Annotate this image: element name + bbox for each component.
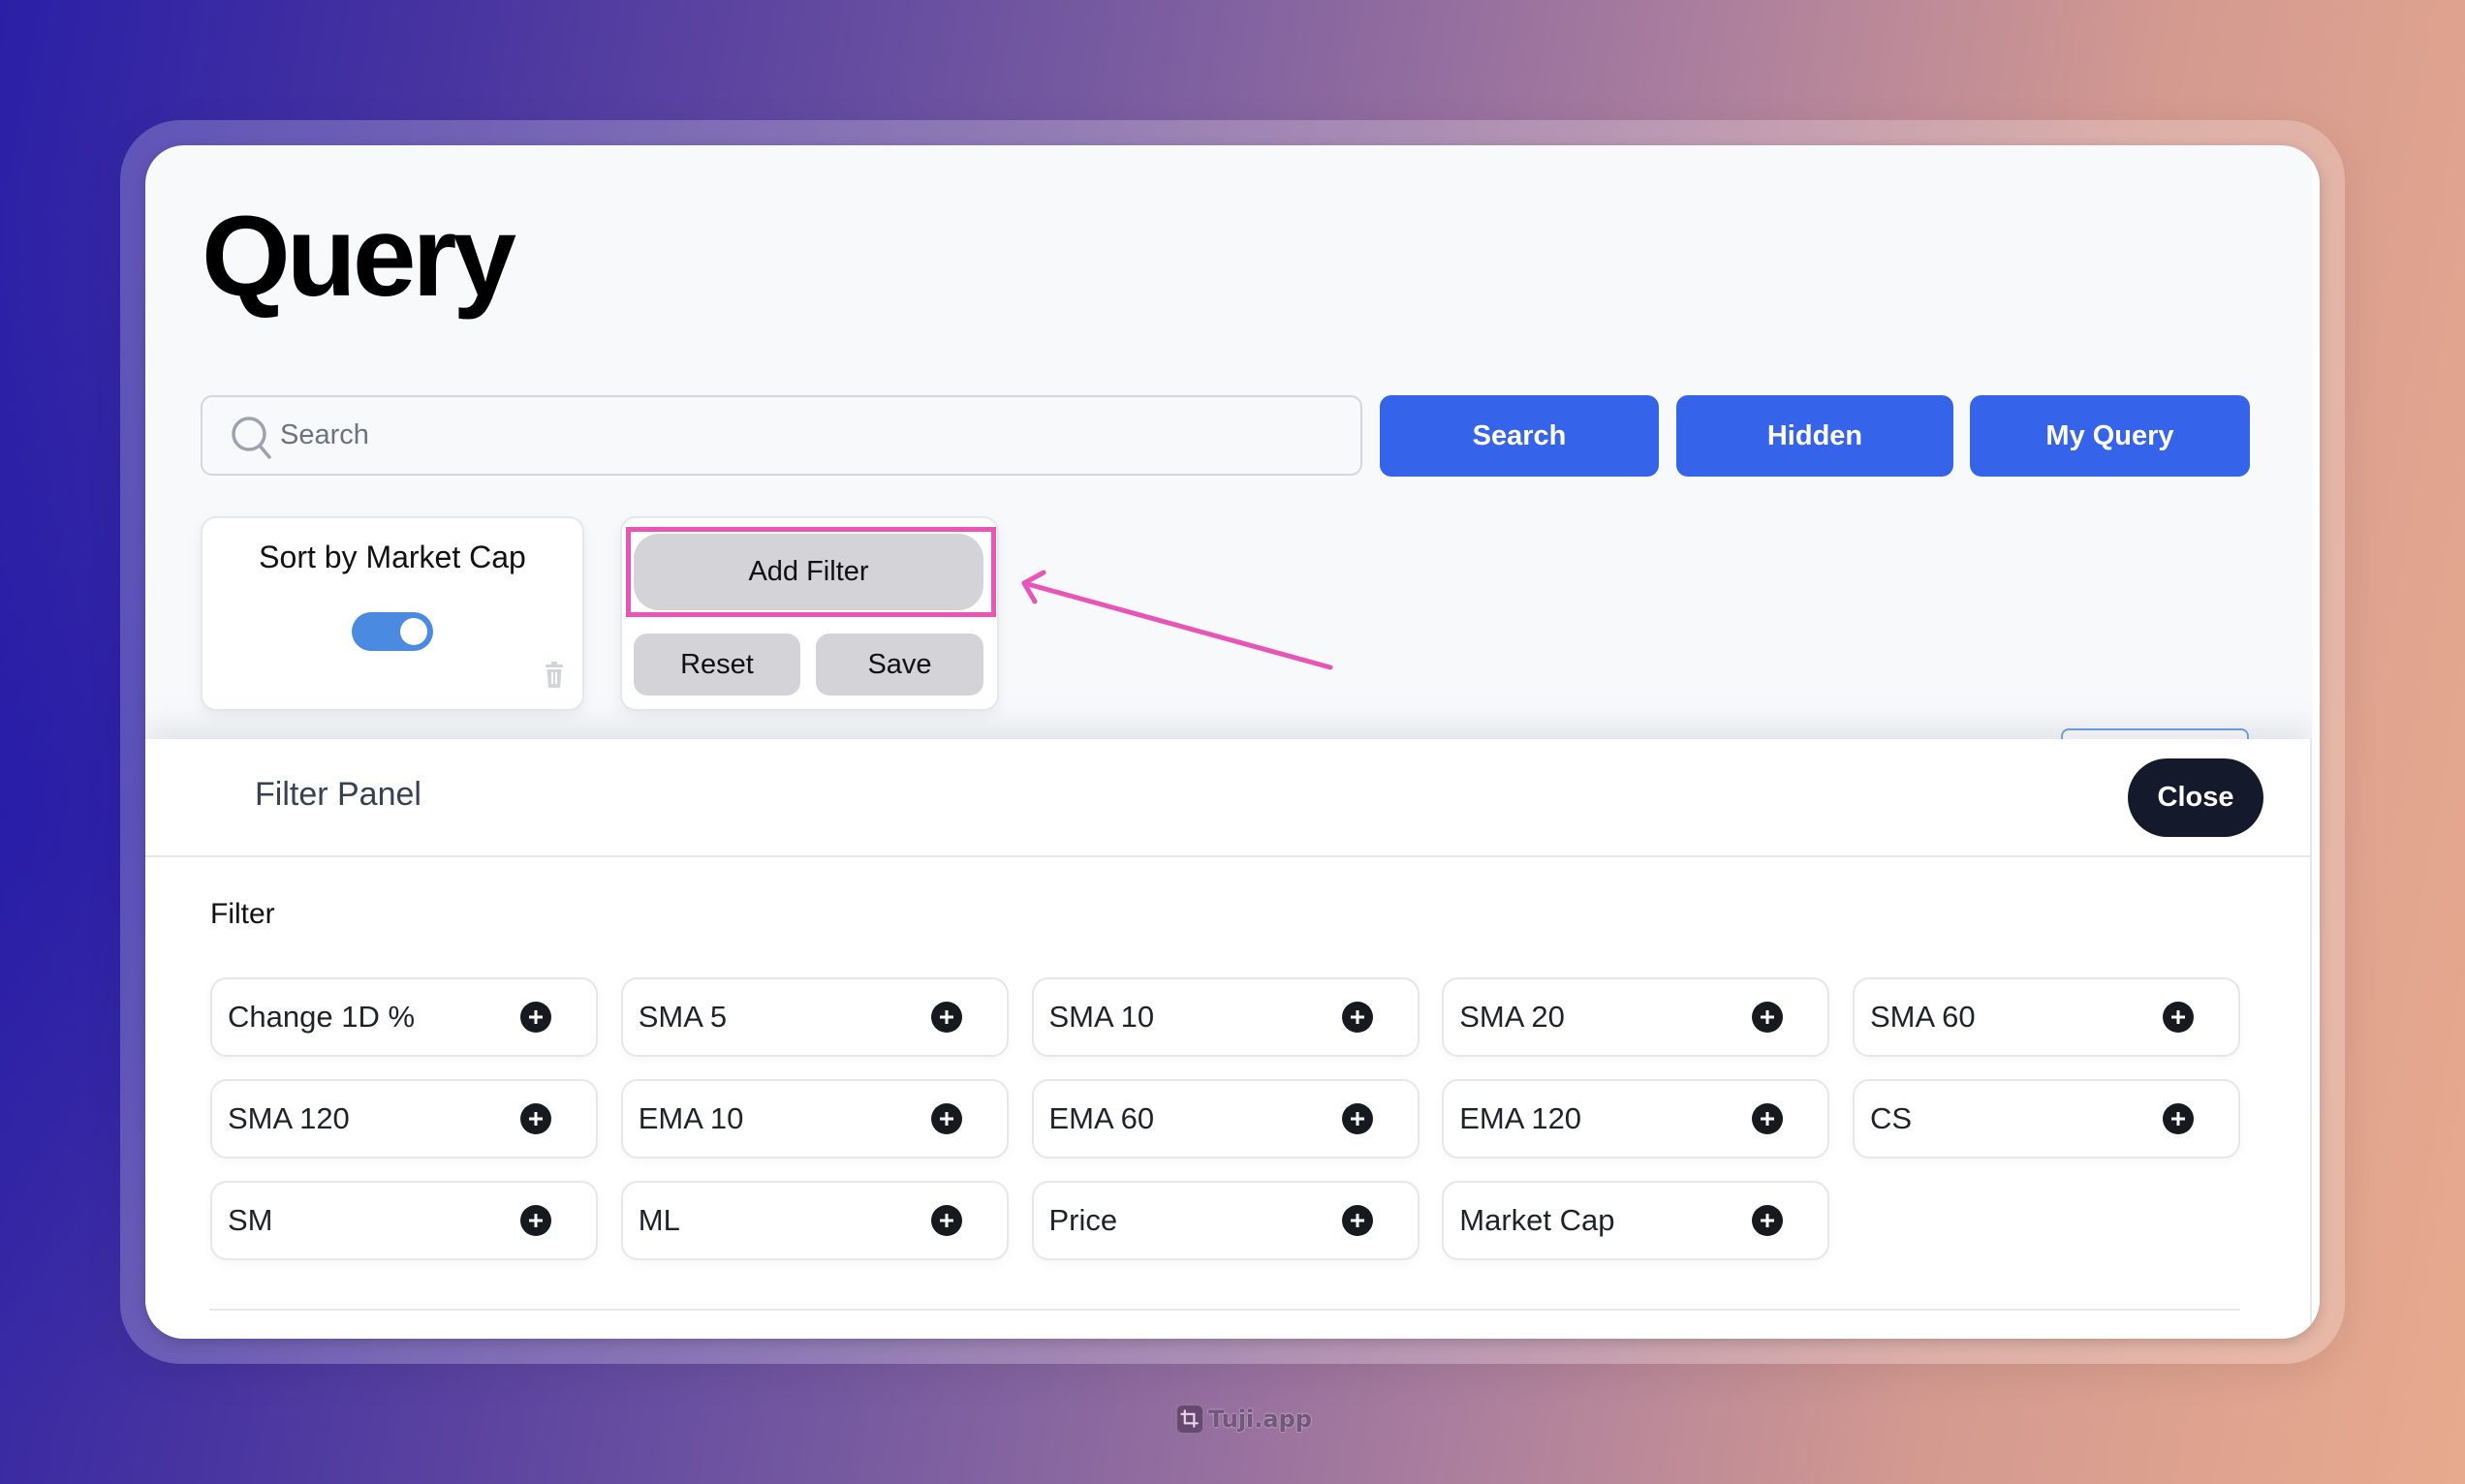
reset-button[interactable]: Reset xyxy=(634,634,800,696)
toggle-knob xyxy=(400,618,427,645)
hidden-button[interactable]: Hidden xyxy=(1676,395,1953,477)
filter-option[interactable]: Change 1D % xyxy=(210,977,598,1057)
filter-actions-card: Add Filter Reset Save xyxy=(620,516,999,711)
plus-circle-icon[interactable] xyxy=(1752,1205,1784,1236)
filter-option[interactable]: SMA 10 xyxy=(1031,977,1420,1057)
filter-option-label: EMA 120 xyxy=(1459,1101,1582,1135)
my-query-button[interactable]: My Query xyxy=(1970,395,2250,477)
filter-option[interactable]: SMA 5 xyxy=(620,977,1009,1057)
filter-option-label: Price xyxy=(1048,1203,1118,1237)
sort-toggle[interactable] xyxy=(352,612,433,651)
plus-circle-icon[interactable] xyxy=(1341,1002,1373,1033)
filter-option[interactable]: Price xyxy=(1031,1181,1420,1260)
plus-circle-icon[interactable] xyxy=(930,1103,962,1134)
filter-panel-title: Filter Panel xyxy=(255,776,421,813)
crop-icon xyxy=(1175,1404,1204,1435)
plus-circle-icon[interactable] xyxy=(1752,1002,1784,1033)
filter-option[interactable]: Market Cap xyxy=(1442,1181,1830,1260)
plus-circle-icon[interactable] xyxy=(930,1002,962,1033)
filter-option[interactable]: SMA 20 xyxy=(1442,977,1830,1057)
plus-circle-icon[interactable] xyxy=(520,1002,551,1033)
filter-option-label: EMA 60 xyxy=(1048,1101,1155,1135)
watermark: Tuji.app xyxy=(1175,1402,1312,1437)
plus-circle-icon[interactable] xyxy=(520,1103,551,1134)
filter-option-label: SMA 5 xyxy=(638,1000,728,1034)
filter-option[interactable]: EMA 10 xyxy=(620,1079,1009,1159)
plus-circle-icon[interactable] xyxy=(1341,1205,1373,1236)
sort-card: Sort by Market Cap xyxy=(201,516,584,711)
filter-option[interactable]: ML xyxy=(620,1181,1009,1260)
filter-option[interactable]: SMA 60 xyxy=(1853,977,2240,1057)
filter-option-label: CS xyxy=(1870,1101,1913,1135)
bottom-divider xyxy=(209,1309,2240,1311)
filter-option-label: Market Cap xyxy=(1459,1203,1615,1237)
filter-grid: Change 1D % SMA 5 SMA 10 SMA 20 SMA 60 S… xyxy=(210,977,2240,1260)
plus-circle-icon[interactable] xyxy=(2163,1103,2194,1134)
scrollbar-gutter[interactable] xyxy=(2312,145,2320,1339)
plus-circle-icon[interactable] xyxy=(1752,1103,1784,1134)
page-title: Query xyxy=(202,193,516,321)
plus-circle-icon[interactable] xyxy=(2163,1002,2194,1033)
save-button[interactable]: Save xyxy=(816,634,983,696)
filter-option[interactable]: CS xyxy=(1853,1079,2240,1159)
filter-option-label: SMA 10 xyxy=(1048,1000,1155,1034)
filter-option-label: ML xyxy=(638,1203,680,1237)
filter-option[interactable]: EMA 60 xyxy=(1031,1079,1420,1159)
app-window: Query Search Hidden My Query Sort by Mar… xyxy=(145,145,2320,1339)
watermark-text: Tuji.app xyxy=(1208,1406,1312,1433)
plus-circle-icon[interactable] xyxy=(520,1205,551,1236)
filter-option-label: SMA 20 xyxy=(1459,1000,1565,1034)
search-field[interactable] xyxy=(201,395,1362,476)
filter-option[interactable]: EMA 120 xyxy=(1442,1079,1830,1159)
filter-panel: Filter Panel Close Filter Change 1D % SM… xyxy=(145,739,2312,1339)
close-button[interactable]: Close xyxy=(2128,758,2263,837)
search-icon xyxy=(232,417,271,459)
plus-circle-icon[interactable] xyxy=(1341,1103,1373,1134)
search-button[interactable]: Search xyxy=(1380,395,1659,477)
sort-title: Sort by Market Cap xyxy=(259,540,526,574)
filter-option[interactable]: SM xyxy=(210,1181,598,1260)
search-input[interactable] xyxy=(280,397,1346,474)
filter-option-label: EMA 10 xyxy=(638,1101,744,1135)
filter-option-label: Change 1D % xyxy=(228,1000,416,1034)
filter-panel-header: Filter Panel Close xyxy=(145,739,2310,857)
filter-option[interactable]: SMA 120 xyxy=(210,1079,598,1159)
trash-icon[interactable] xyxy=(544,662,565,689)
plus-circle-icon[interactable] xyxy=(930,1205,962,1236)
filter-option-label: SMA 120 xyxy=(228,1101,350,1135)
filter-section-label: Filter xyxy=(210,898,275,930)
filter-option-label: SMA 60 xyxy=(1870,1000,1976,1034)
filter-option-label: SM xyxy=(228,1203,273,1237)
add-filter-button[interactable]: Add Filter xyxy=(634,534,983,610)
